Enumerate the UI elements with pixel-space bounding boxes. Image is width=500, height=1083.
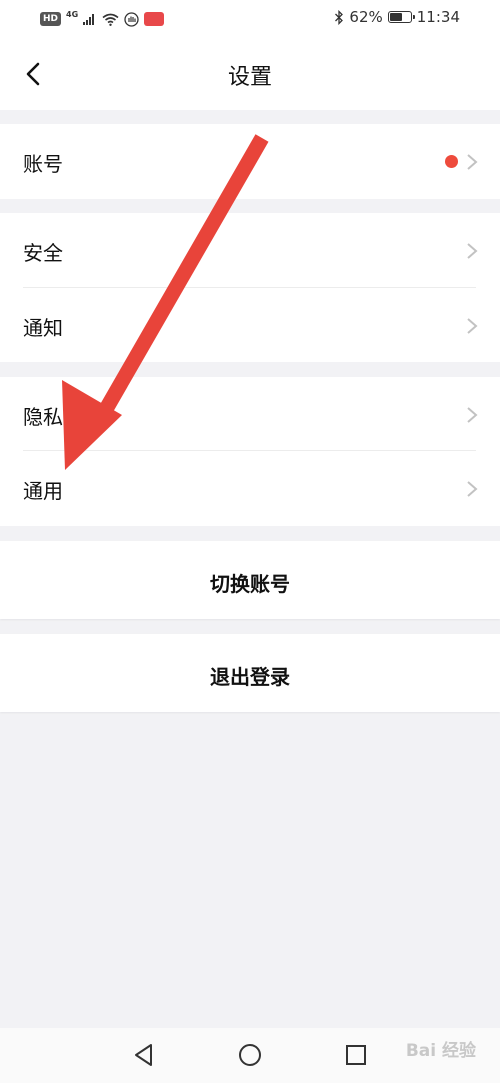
general-row[interactable]: 通用 xyxy=(0,451,500,526)
home-circle-icon[interactable] xyxy=(237,1042,263,1068)
general-label: 通用 xyxy=(23,479,63,503)
privacy-label: 隐私 xyxy=(23,405,63,429)
page-title: 设置 xyxy=(227,65,272,90)
chevron-right-icon xyxy=(467,481,478,497)
chevron-right-icon xyxy=(467,318,478,334)
app-badge-icon xyxy=(144,12,165,26)
account-row[interactable]: 账号 xyxy=(0,124,500,199)
logout-button[interactable]: 退出登录 xyxy=(0,634,500,712)
security-group: 安全 通知 xyxy=(0,213,500,362)
bluetooth-icon xyxy=(335,9,344,25)
account-label: 账号 xyxy=(23,152,63,176)
status-left: HD 4G xyxy=(40,9,165,29)
nav-bar: 设置 xyxy=(0,38,500,110)
notify-row[interactable]: 通知 xyxy=(0,288,500,363)
battery-percent: 62% xyxy=(349,8,383,26)
recents-square-icon[interactable] xyxy=(343,1042,369,1068)
privacy-group: 隐私 通用 xyxy=(0,377,500,526)
chevron-right-icon xyxy=(467,243,478,259)
signal-icon xyxy=(83,14,95,25)
network-label: 4G xyxy=(66,9,79,19)
hd-badge: HD xyxy=(40,12,62,26)
logout-label: 退出登录 xyxy=(210,665,290,689)
watermark: Bai 经验 xyxy=(405,1041,476,1061)
red-dot-badge xyxy=(445,155,458,168)
status-right: 62% 11:34 xyxy=(334,8,460,26)
clock: 11:34 xyxy=(416,8,460,26)
switch-account-button[interactable]: 切换账号 xyxy=(0,541,500,619)
chevron-right-icon xyxy=(467,154,478,170)
wifi-icon xyxy=(102,13,119,26)
privacy-row[interactable]: 隐私 xyxy=(0,377,500,452)
security-row[interactable]: 安全 xyxy=(0,213,500,288)
system-nav-bar: Bai 经验 xyxy=(0,1028,500,1083)
battery-level xyxy=(389,13,402,21)
notify-label: 通知 xyxy=(23,316,63,340)
switch-account-label: 切换账号 xyxy=(210,572,290,596)
status-bar: HD 4G 62% 11:34 xyxy=(0,0,500,38)
security-label: 安全 xyxy=(23,241,63,265)
battery-icon xyxy=(387,11,415,23)
back-triangle-icon[interactable] xyxy=(131,1042,157,1068)
chevron-right-icon xyxy=(467,407,478,423)
hand-icon xyxy=(124,11,139,27)
account-group: 账号 xyxy=(0,124,500,199)
